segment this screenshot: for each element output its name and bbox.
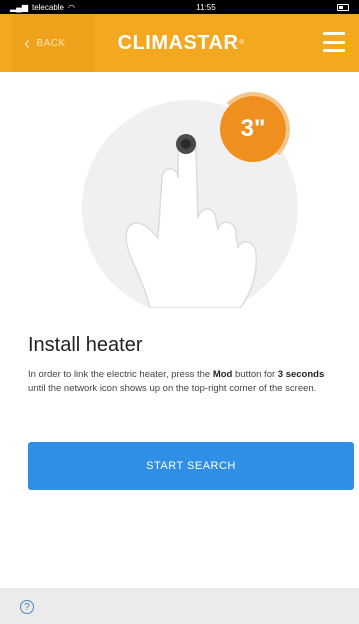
brand-logo: CLIMASTAR ® <box>96 14 266 72</box>
desc-bold-seconds: 3 seconds <box>277 369 325 380</box>
brand-name: CLIMASTAR <box>117 31 239 54</box>
carrier-name: telecable <box>31 2 65 12</box>
start-search-button[interactable]: START SEARCH <box>28 442 354 490</box>
footer-bar <box>0 588 359 624</box>
page-title: Install heater <box>28 334 143 356</box>
signal-icon: ▂▄▆ <box>10 2 28 12</box>
desc-part: In order to link the electric heater, pr… <box>28 369 213 380</box>
back-label: BACK <box>36 37 66 49</box>
chevron-left-icon: ‹ <box>24 33 31 53</box>
desc-part: button for <box>232 369 278 380</box>
menu-line <box>323 40 345 44</box>
menu-line <box>323 32 345 35</box>
instruction-text: In order to link the electric heater, pr… <box>28 368 338 396</box>
timer-value: 3" <box>240 115 266 142</box>
menu-line <box>323 49 345 52</box>
back-button[interactable]: ‹ BACK <box>12 14 94 72</box>
timer-badge: 3" <box>216 92 290 166</box>
app-header: ‹ BACK CLIMASTAR ® <box>0 14 359 72</box>
status-right <box>337 3 349 11</box>
status-left: ▂▄▆ telecable ◠ <box>10 3 75 12</box>
help-icon[interactable]: ? <box>20 600 34 614</box>
desc-bold-mod: Mod <box>212 369 233 380</box>
mod-button-center <box>181 139 191 149</box>
hamburger-menu-icon[interactable] <box>323 32 345 52</box>
status-bar: ▂▄▆ telecable ◠ 11:55 <box>0 0 359 14</box>
wifi-icon: ◠ <box>68 2 75 12</box>
brand-registered-mark: ® <box>239 40 245 46</box>
desc-part: until the network icon shows up on the t… <box>28 383 317 394</box>
status-time: 11:55 <box>196 2 216 12</box>
battery-icon <box>337 3 349 11</box>
